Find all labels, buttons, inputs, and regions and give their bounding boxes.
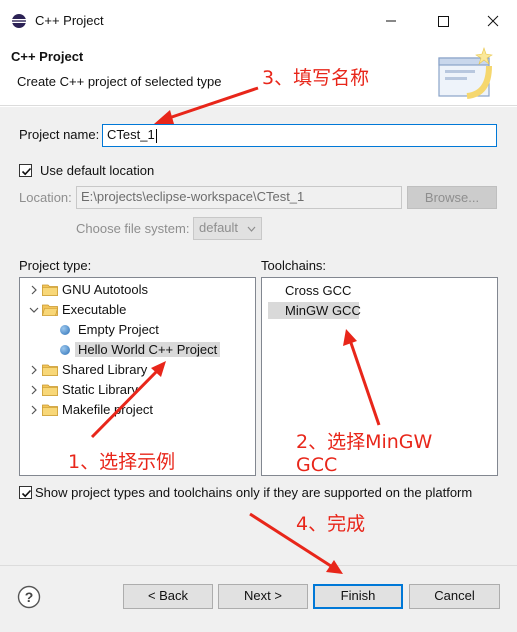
location-value: E:\projects\eclipse-workspace\CTest_1 bbox=[81, 189, 305, 204]
project-name-input[interactable]: CTest_1 bbox=[102, 124, 497, 147]
location-label: Location: bbox=[19, 190, 72, 205]
chevron-right-icon[interactable] bbox=[29, 365, 39, 375]
help-icon[interactable]: ? bbox=[17, 585, 41, 609]
tree-item-label: Shared Library bbox=[62, 362, 148, 377]
tree-item-label: Static Library bbox=[62, 382, 138, 397]
folder-open-icon bbox=[42, 304, 58, 316]
show-supported-only-checkbox[interactable] bbox=[19, 486, 32, 499]
file-system-value: default bbox=[199, 220, 239, 235]
wizard-header: C++ Project Create C++ project of select… bbox=[0, 44, 517, 106]
show-supported-only-label: Show project types and toolchains only i… bbox=[35, 485, 473, 500]
chevron-right-icon[interactable] bbox=[29, 385, 39, 395]
tree-item-hello-world[interactable]: Hello World C++ Project bbox=[20, 340, 255, 360]
location-input: E:\projects\eclipse-workspace\CTest_1 bbox=[76, 186, 402, 209]
tree-item-label: Hello World C++ Project bbox=[75, 342, 221, 357]
minimize-icon[interactable] bbox=[376, 8, 406, 34]
tree-item-gnu-autotools[interactable]: GNU Autotools bbox=[20, 280, 255, 300]
text-caret bbox=[155, 128, 157, 143]
tree-item-makefile-project[interactable]: Makefile project bbox=[20, 400, 255, 420]
close-icon[interactable] bbox=[478, 8, 508, 34]
folder-icon bbox=[42, 284, 58, 296]
maximize-icon[interactable] bbox=[428, 8, 458, 34]
wizard-banner-icon bbox=[438, 47, 493, 99]
tree-item-label: Empty Project bbox=[78, 322, 159, 337]
tree-item-static-library[interactable]: Static Library bbox=[20, 380, 255, 400]
template-icon bbox=[60, 345, 70, 355]
toolchain-item-mingw-gcc[interactable]: MinGW GCC bbox=[268, 302, 361, 319]
checkmark-icon bbox=[21, 489, 32, 498]
toolchains-label: Toolchains: bbox=[261, 258, 327, 273]
chevron-right-icon[interactable] bbox=[29, 405, 39, 415]
annotation-step4: 4、完成 bbox=[296, 513, 366, 535]
finish-button[interactable]: Finish bbox=[313, 584, 403, 609]
tree-item-label: GNU Autotools bbox=[62, 282, 148, 297]
tree-item-label: Makefile project bbox=[62, 402, 154, 417]
project-type-label: Project type: bbox=[19, 258, 92, 273]
title-bar: C++ Project bbox=[0, 0, 517, 44]
file-system-select: default bbox=[193, 217, 262, 240]
template-icon bbox=[60, 325, 70, 335]
checkmark-icon bbox=[21, 167, 32, 176]
use-default-location-checkbox[interactable] bbox=[19, 164, 32, 177]
project-name-label: Project name: bbox=[19, 127, 100, 142]
file-system-label: Choose file system: bbox=[76, 221, 190, 236]
use-default-location-label: Use default location bbox=[40, 163, 155, 178]
chevron-down-icon bbox=[247, 226, 256, 232]
tree-item-empty-project[interactable]: Empty Project bbox=[20, 320, 255, 340]
next-button[interactable]: Next > bbox=[218, 584, 308, 609]
cancel-button[interactable]: Cancel bbox=[409, 584, 500, 609]
tree-item-executable[interactable]: Executable bbox=[20, 300, 255, 320]
eclipse-icon bbox=[12, 14, 26, 28]
folder-icon bbox=[42, 404, 58, 416]
annotation-step2-line1: 2、选择MinGW bbox=[296, 431, 433, 453]
annotation-step3: 3、填写名称 bbox=[262, 67, 370, 89]
page-title: C++ Project bbox=[11, 49, 84, 64]
folder-icon bbox=[42, 364, 58, 376]
annotation-step1: 1、选择示例 bbox=[68, 451, 176, 473]
svg-text:?: ? bbox=[25, 589, 34, 605]
project-name-value: CTest_1 bbox=[107, 127, 155, 142]
chevron-right-icon[interactable] bbox=[29, 285, 39, 295]
tree-item-shared-library[interactable]: Shared Library bbox=[20, 360, 255, 380]
toolchain-item-cross-gcc[interactable]: Cross GCC bbox=[285, 283, 351, 298]
page-subtitle: Create C++ project of selected type bbox=[17, 74, 222, 89]
chevron-down-icon[interactable] bbox=[29, 305, 39, 315]
folder-icon bbox=[42, 384, 58, 396]
browse-button: Browse... bbox=[407, 186, 497, 209]
annotation-step2-line2: GCC bbox=[296, 454, 338, 476]
back-button[interactable]: < Back bbox=[123, 584, 213, 609]
window-title: C++ Project bbox=[35, 13, 104, 28]
tree-item-label: Executable bbox=[62, 302, 127, 317]
